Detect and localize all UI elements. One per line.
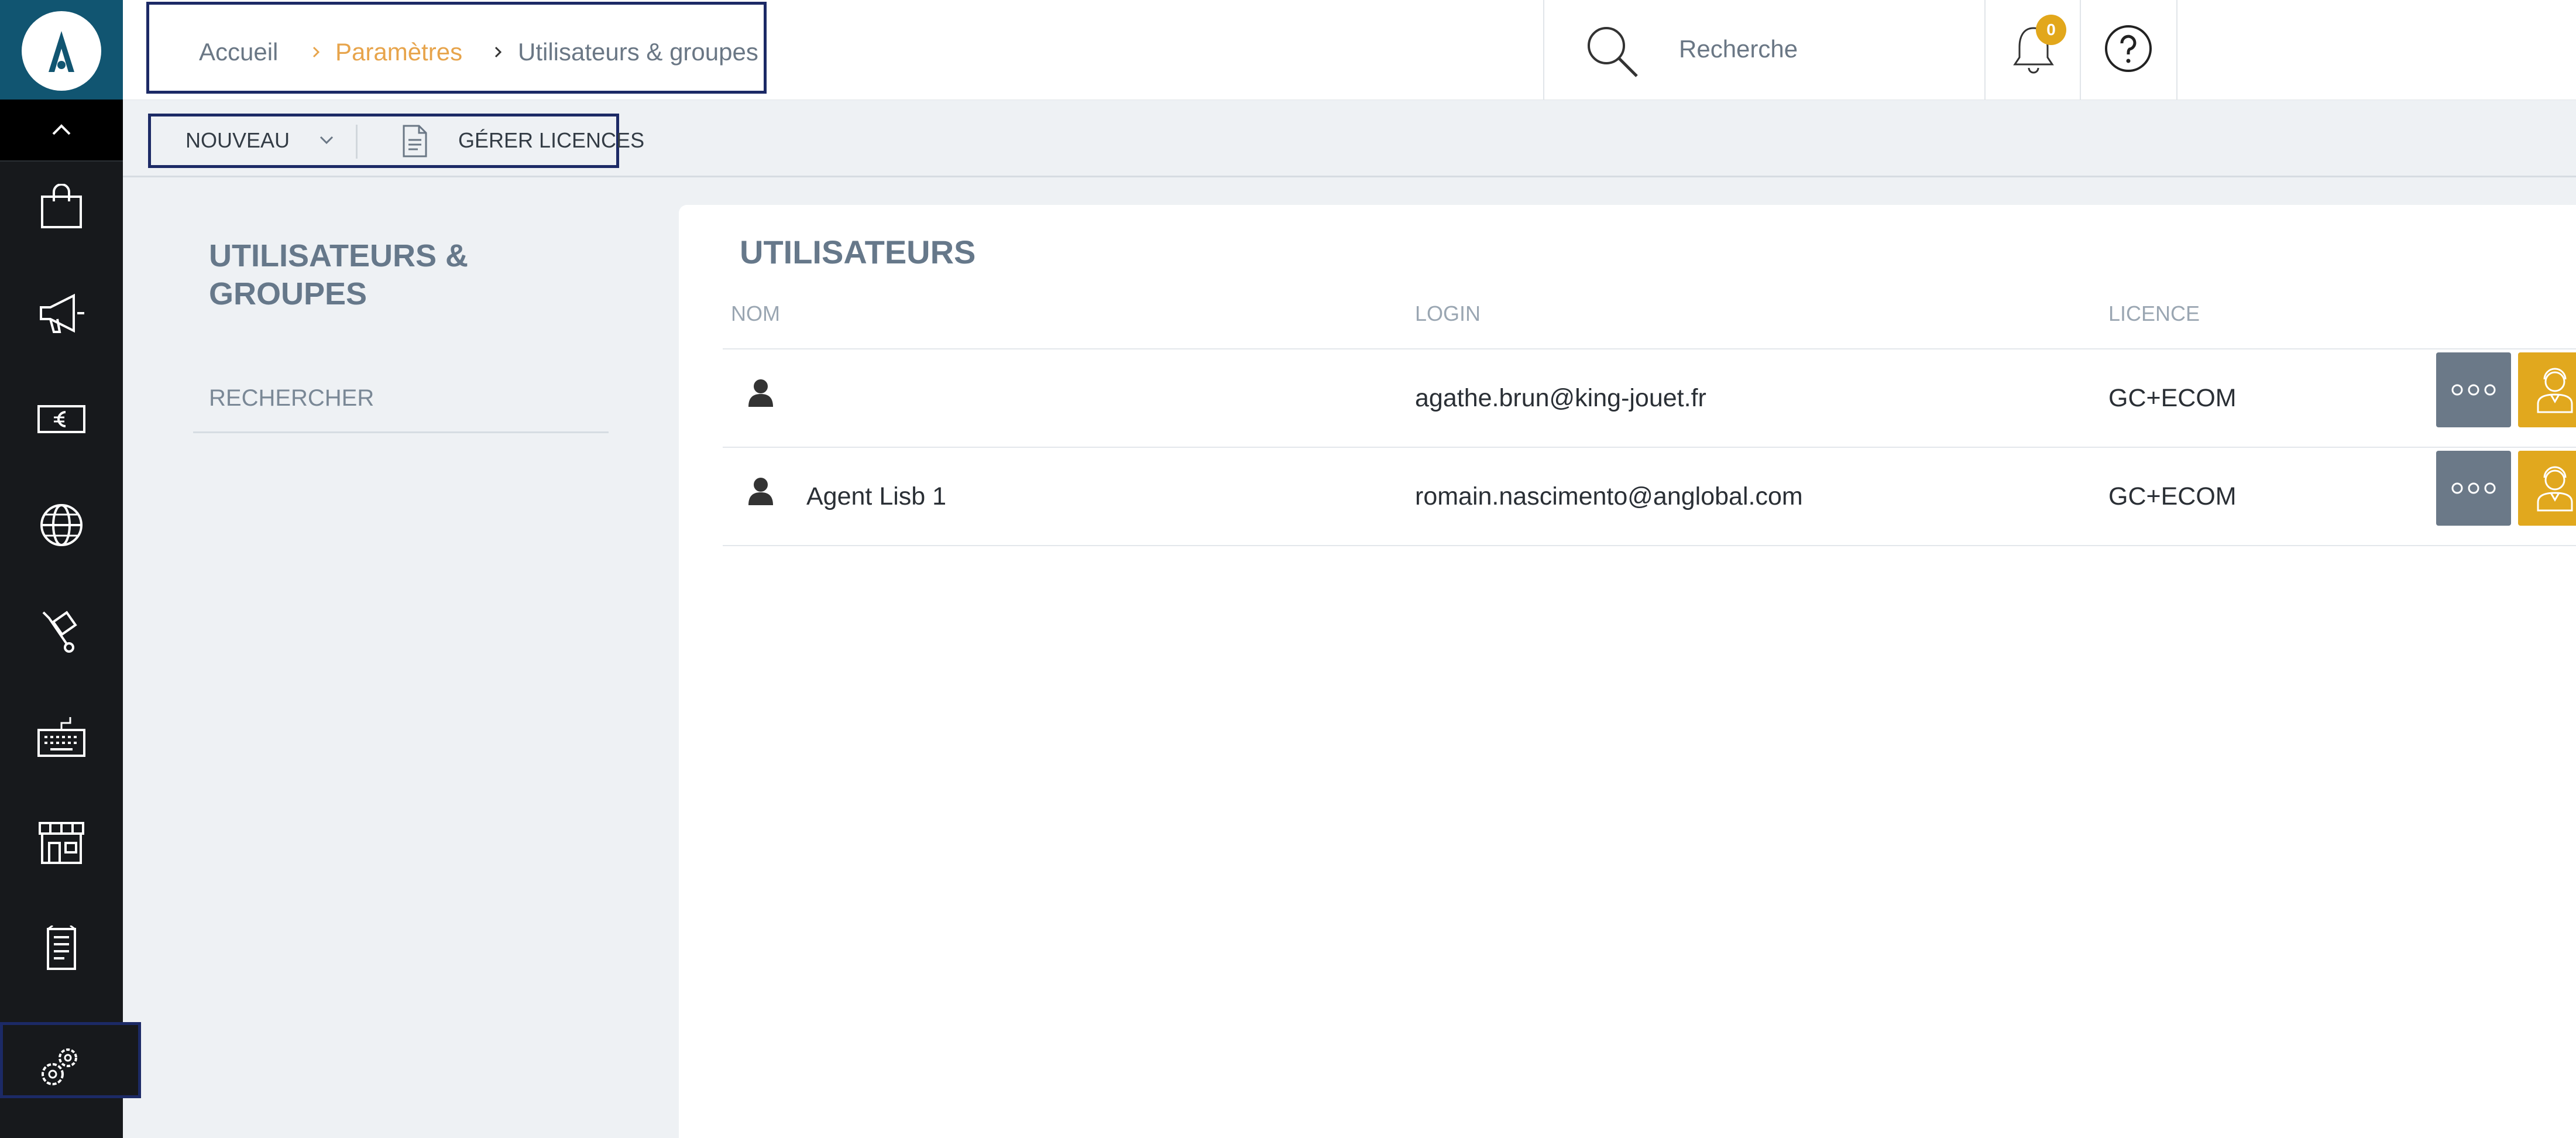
column-header-name[interactable]: NOM [731, 301, 780, 327]
agent-icon [2537, 466, 2573, 512]
hand-truck-icon [42, 611, 77, 653]
manage-licences-button[interactable]: GÉRER LICENCES [362, 116, 644, 165]
globe-icon [40, 504, 83, 546]
brand-logo-icon [22, 11, 101, 91]
action-toolbar: NOUVEAU GÉRER LICENCES [123, 100, 2576, 177]
sidebar [0, 0, 141, 1138]
search-icon[interactable] [1583, 22, 1641, 81]
settings-gears-icon [42, 1048, 77, 1085]
store-icon [39, 822, 84, 864]
more-actions-button[interactable] [2436, 352, 2511, 427]
user-login: romain.nascimento@anglobal.com [1415, 482, 1803, 510]
sidebar-item-settings[interactable] [0, 1022, 141, 1098]
table-row[interactable]: agathe.brun@king-jouet.fr GC+ECOM [723, 349, 2576, 448]
question-mark-icon [2105, 25, 2152, 72]
new-dropdown-button[interactable]: NOUVEAU [154, 116, 356, 165]
search-section-link[interactable]: RECHERCHER [193, 375, 609, 433]
chevron-down-icon [320, 136, 334, 145]
user-profile-button[interactable] [2518, 352, 2576, 427]
keyboard-icon [37, 717, 85, 757]
sidebar-item-web[interactable] [0, 478, 123, 566]
sidebar-collapse-button[interactable] [0, 100, 123, 162]
user-license: GC+ECOM [2108, 384, 2237, 412]
receipt-icon [47, 926, 76, 970]
top-bar: Accueil Paramètres Utilisateurs & groupe… [123, 0, 2576, 100]
global-search [1543, 0, 1986, 100]
user-icon [748, 379, 773, 407]
breadcrumb-current: Utilisateurs & groupes [518, 38, 758, 66]
users-card: UTILISATEURS NOM LOGIN LICENCE agathe.br… [679, 205, 2576, 1138]
more-dots-icon [2451, 384, 2496, 396]
manage-licences-label: GÉRER LICENCES [458, 128, 645, 152]
toolbar-actions: NOUVEAU GÉRER LICENCES [148, 114, 644, 168]
sidebar-item-logistics[interactable] [0, 584, 123, 672]
sidebar-item-keyboard[interactable] [0, 690, 123, 778]
breadcrumb-settings-link[interactable]: Paramètres [335, 37, 462, 67]
more-actions-button[interactable] [2436, 451, 2511, 526]
breadcrumb-home-link[interactable]: Accueil [199, 37, 278, 67]
new-button-label: NOUVEAU [186, 128, 290, 152]
sidebar-item-sales[interactable] [0, 160, 123, 248]
column-header-login[interactable]: LOGIN [1415, 301, 1481, 327]
sidebar-item-store[interactable] [0, 796, 123, 884]
toolbar-divider [356, 125, 358, 159]
search-section-label: RECHERCHER [209, 385, 375, 411]
chevron-right-icon [494, 46, 502, 58]
megaphone-icon [40, 293, 84, 333]
euro-banknote-icon [37, 405, 85, 433]
column-header-license[interactable]: LICENCE [2108, 301, 2200, 327]
sidebar-item-marketing[interactable] [0, 266, 123, 354]
user-icon [748, 478, 773, 505]
help-button[interactable] [2081, 0, 2177, 100]
brand-logo[interactable] [0, 0, 123, 100]
user-profile-button[interactable] [2518, 451, 2576, 526]
breadcrumb: Accueil Paramètres Utilisateurs & groupe… [146, 2, 767, 94]
users-title: UTILISATEURS [740, 234, 976, 270]
search-input[interactable] [1679, 34, 1936, 64]
chevron-right-icon [312, 46, 320, 58]
sidebar-item-finance[interactable] [0, 372, 123, 460]
more-dots-icon [2451, 482, 2496, 494]
shopping-bag-icon [41, 184, 82, 228]
notification-count-badge: 0 [2036, 15, 2066, 45]
user-name: Agent Lisb 1 [806, 482, 947, 510]
agent-icon [2537, 368, 2573, 413]
section-title: UTILISATEURS & GROUPES [209, 238, 468, 311]
user-license: GC+ECOM [2108, 482, 2237, 510]
chevron-up-icon [52, 124, 71, 135]
document-icon [403, 125, 427, 157]
user-login: agathe.brun@king-jouet.fr [1415, 384, 1706, 412]
table-row[interactable]: Agent Lisb 1 romain.nascimento@anglobal.… [723, 448, 2576, 546]
notifications-button[interactable]: 0 [1986, 0, 2081, 100]
sidebar-item-documents[interactable] [0, 902, 123, 990]
